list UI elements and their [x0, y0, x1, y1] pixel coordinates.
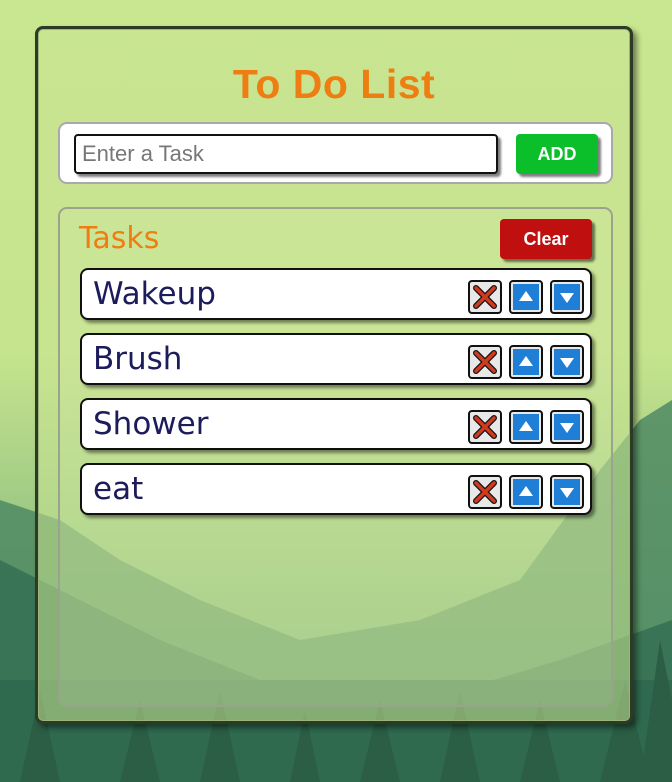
delete-task-button[interactable]	[468, 280, 502, 314]
delete-task-button[interactable]	[468, 345, 502, 379]
tasks-panel: Tasks Clear Wakeup Brush Shower eat	[58, 207, 613, 707]
task-item: Wakeup	[80, 268, 592, 320]
task-list: Wakeup Brush Shower eat	[80, 268, 592, 528]
close-x-icon	[473, 480, 497, 504]
move-up-button[interactable]	[509, 280, 543, 314]
task-item: Shower	[80, 398, 592, 450]
close-x-icon	[473, 415, 497, 439]
tasks-heading: Tasks	[79, 221, 160, 256]
close-x-icon	[473, 350, 497, 374]
arrow-up-icon	[513, 479, 539, 505]
task-label: Wakeup	[93, 276, 216, 312]
task-label: Brush	[93, 341, 183, 377]
task-item: eat	[80, 463, 592, 515]
arrow-down-icon	[554, 414, 580, 440]
delete-task-button[interactable]	[468, 410, 502, 444]
add-task-form: ADD	[58, 122, 613, 184]
move-down-button[interactable]	[550, 280, 584, 314]
move-up-button[interactable]	[509, 475, 543, 509]
task-label: eat	[93, 471, 144, 507]
task-input[interactable]	[74, 134, 498, 174]
move-down-button[interactable]	[550, 475, 584, 509]
close-x-icon	[473, 285, 497, 309]
clear-button[interactable]: Clear	[500, 219, 592, 259]
move-down-button[interactable]	[550, 410, 584, 444]
arrow-down-icon	[554, 284, 580, 310]
arrow-up-icon	[513, 284, 539, 310]
arrow-up-icon	[513, 414, 539, 440]
move-up-button[interactable]	[509, 410, 543, 444]
app-title: To Do List	[232, 61, 436, 107]
delete-task-button[interactable]	[468, 475, 502, 509]
move-down-button[interactable]	[550, 345, 584, 379]
arrow-down-icon	[554, 479, 580, 505]
task-label: Shower	[93, 406, 209, 442]
add-button[interactable]: ADD	[516, 134, 598, 174]
arrow-up-icon	[513, 349, 539, 375]
todo-app-card: To Do List ADD Tasks Clear Wakeup	[35, 26, 633, 724]
arrow-down-icon	[554, 349, 580, 375]
move-up-button[interactable]	[509, 345, 543, 379]
task-item: Brush	[80, 333, 592, 385]
